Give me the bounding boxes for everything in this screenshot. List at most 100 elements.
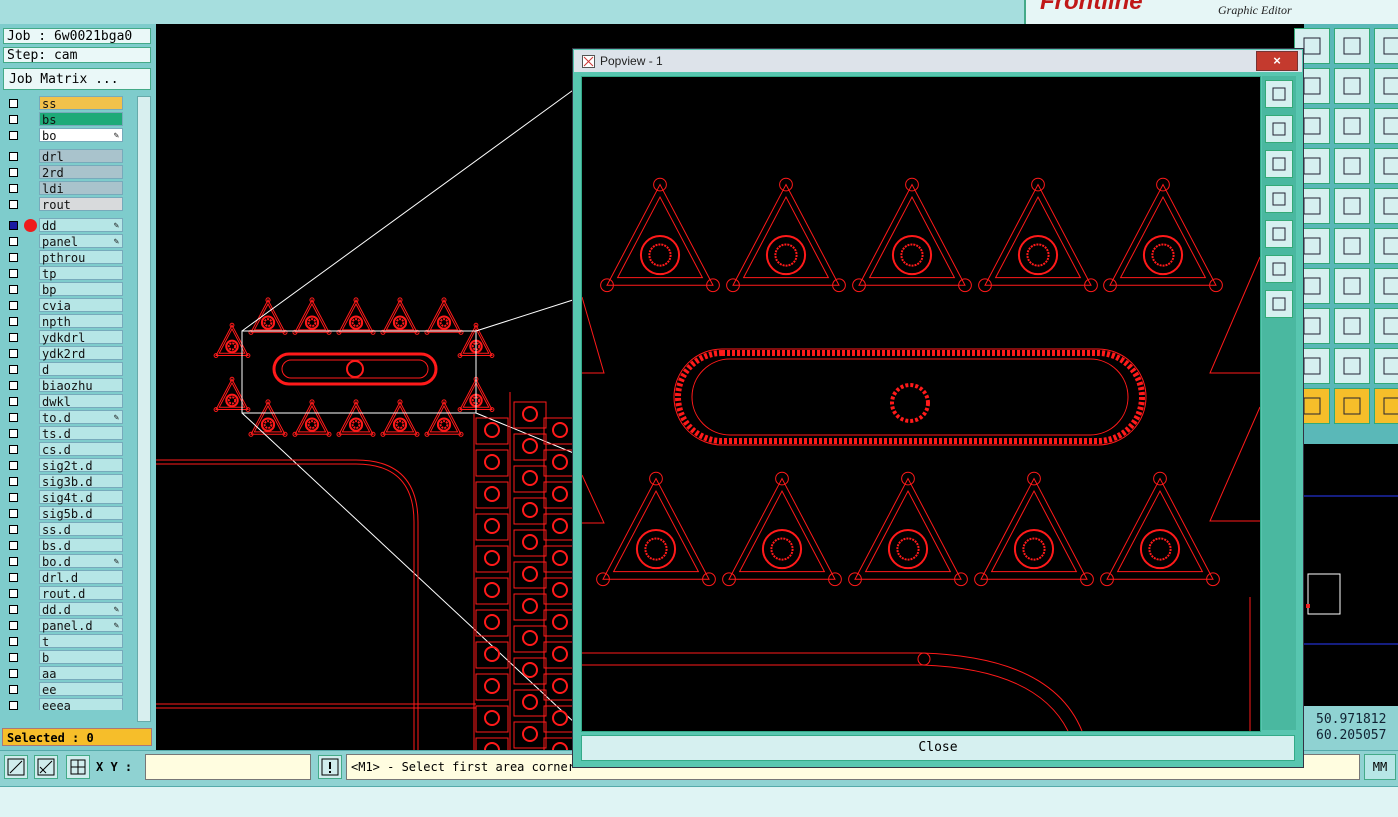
layer-checkbox[interactable] — [9, 115, 18, 124]
layer-label[interactable]: sig2t.d — [39, 458, 123, 473]
layer-checkbox[interactable] — [9, 285, 18, 294]
popview-tool-button[interactable] — [1265, 80, 1293, 108]
layer-label[interactable]: dwkl — [39, 394, 123, 409]
layer-label[interactable]: biaozhu — [39, 378, 123, 393]
window-close-button[interactable]: × — [1256, 51, 1298, 71]
popview-tool-button[interactable] — [1265, 185, 1293, 213]
layer-checkbox[interactable] — [9, 99, 18, 108]
popview-tool-button[interactable] — [1265, 290, 1293, 318]
tool-button[interactable] — [1374, 268, 1398, 304]
layer-checkbox[interactable] — [9, 669, 18, 678]
layer-row[interactable]: ss.d — [3, 522, 125, 537]
tool-button[interactable] — [1374, 308, 1398, 344]
tool-button[interactable] — [1334, 388, 1370, 424]
layer-checkbox[interactable] — [9, 525, 18, 534]
layer-label[interactable]: npth — [39, 314, 123, 329]
tool-button[interactable] — [1334, 28, 1370, 64]
layer-label[interactable]: to.d ✎ — [39, 410, 123, 425]
layer-checkbox[interactable] — [9, 397, 18, 406]
layer-row[interactable]: sig4t.d — [3, 490, 125, 505]
layer-row[interactable]: panel ✎ — [3, 234, 125, 249]
tool-button[interactable] — [1334, 108, 1370, 144]
zoom-area-button[interactable] — [34, 755, 58, 779]
layer-row[interactable]: sig2t.d — [3, 458, 125, 473]
layer-row[interactable]: 2rd — [3, 165, 125, 180]
layer-checkbox[interactable] — [9, 168, 18, 177]
tool-button[interactable] — [1334, 148, 1370, 184]
layer-checkbox[interactable] — [9, 221, 18, 230]
popview-tool-button[interactable] — [1265, 150, 1293, 178]
layer-row[interactable]: tp — [3, 266, 125, 281]
tool-button[interactable] — [1334, 308, 1370, 344]
layer-row[interactable]: b — [3, 650, 125, 665]
tool-button[interactable] — [1374, 148, 1398, 184]
layer-label[interactable]: dd ✎ — [39, 218, 123, 233]
layer-label[interactable]: d — [39, 362, 123, 377]
layer-checkbox[interactable] — [9, 605, 18, 614]
layer-checkbox[interactable] — [9, 269, 18, 278]
layer-checkbox[interactable] — [9, 685, 18, 694]
layer-row[interactable]: dd.d ✎ — [3, 602, 125, 617]
tool-button[interactable] — [1374, 228, 1398, 264]
layer-label[interactable]: tp — [39, 266, 123, 281]
layer-label[interactable]: pthrou — [39, 250, 123, 265]
snap-grid-button[interactable] — [66, 755, 90, 779]
layer-label[interactable]: rout — [39, 197, 123, 212]
tool-button[interactable] — [1334, 228, 1370, 264]
layer-row[interactable]: dwkl — [3, 394, 125, 409]
units-button[interactable]: MM — [1364, 754, 1396, 780]
popview-close-button[interactable]: Close — [581, 735, 1295, 761]
layer-label[interactable]: cvia — [39, 298, 123, 313]
layer-label[interactable]: bs — [39, 112, 123, 127]
layer-checkbox[interactable] — [9, 253, 18, 262]
layer-label[interactable]: ee — [39, 682, 123, 697]
layer-label[interactable]: drl.d — [39, 570, 123, 585]
layer-row[interactable]: pthrou — [3, 250, 125, 265]
layer-row[interactable]: ss — [3, 96, 125, 111]
layer-label[interactable]: ydk2rd — [39, 346, 123, 361]
layer-label[interactable]: b — [39, 650, 123, 665]
layer-row[interactable]: bo ✎ — [3, 128, 125, 143]
layer-checkbox[interactable] — [9, 131, 18, 140]
layer-checkbox[interactable] — [9, 557, 18, 566]
layer-checkbox[interactable] — [9, 200, 18, 209]
layer-row[interactable]: bs — [3, 112, 125, 127]
layer-row[interactable]: ts.d — [3, 426, 125, 441]
overview-canvas[interactable] — [1304, 444, 1398, 706]
layer-checkbox[interactable] — [9, 152, 18, 161]
layer-row[interactable]: drl.d — [3, 570, 125, 585]
layer-label[interactable]: ss.d — [39, 522, 123, 537]
layer-row[interactable]: drl — [3, 149, 125, 164]
layer-row[interactable]: t — [3, 634, 125, 649]
layer-row[interactable]: eeea — [3, 698, 125, 710]
layer-row[interactable]: cs.d — [3, 442, 125, 457]
popview-titlebar[interactable]: Popview - 1 × — [574, 50, 1302, 72]
layer-checkbox[interactable] — [9, 461, 18, 470]
layer-label[interactable]: bo.d ✎ — [39, 554, 123, 569]
layer-row[interactable]: bs.d — [3, 538, 125, 553]
layer-checkbox[interactable] — [9, 541, 18, 550]
layer-row[interactable]: rout.d — [3, 586, 125, 601]
layer-row[interactable]: ydk2rd — [3, 346, 125, 361]
layer-label[interactable]: bs.d — [39, 538, 123, 553]
layer-checkbox[interactable] — [9, 184, 18, 193]
layer-label[interactable]: eeea — [39, 698, 123, 710]
layer-checkbox[interactable] — [9, 653, 18, 662]
layer-row[interactable]: panel.d ✎ — [3, 618, 125, 633]
popview-tool-button[interactable] — [1265, 255, 1293, 283]
layer-label[interactable]: aa — [39, 666, 123, 681]
alert-button[interactable] — [318, 755, 342, 779]
tool-button[interactable] — [1334, 68, 1370, 104]
layer-row[interactable]: sig3b.d — [3, 474, 125, 489]
layer-label[interactable]: t — [39, 634, 123, 649]
layer-checkbox[interactable] — [9, 413, 18, 422]
tool-button[interactable] — [1374, 28, 1398, 64]
layer-checkbox[interactable] — [9, 621, 18, 630]
layer-checkbox[interactable] — [9, 429, 18, 438]
layer-row[interactable]: dd ✎ — [3, 218, 125, 233]
layer-row[interactable]: d — [3, 362, 125, 377]
layer-row[interactable]: to.d ✎ — [3, 410, 125, 425]
layer-row[interactable]: ldi — [3, 181, 125, 196]
tool-button[interactable] — [1334, 188, 1370, 224]
layer-label[interactable]: dd.d ✎ — [39, 602, 123, 617]
